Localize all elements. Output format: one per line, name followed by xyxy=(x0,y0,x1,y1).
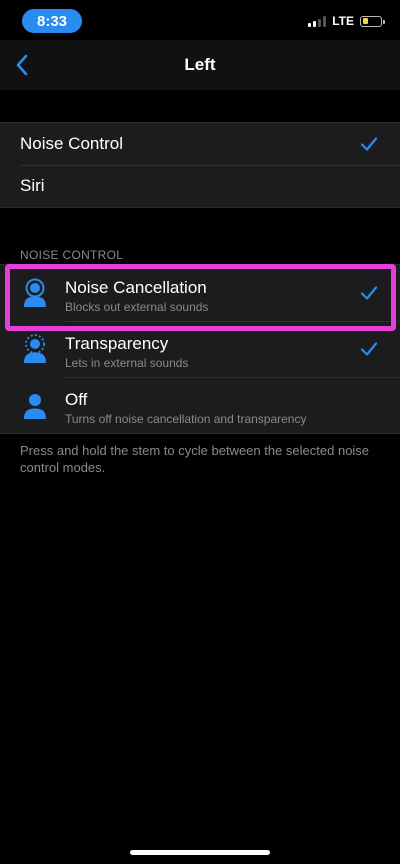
network-type: LTE xyxy=(332,14,354,28)
section-header-noise-control: NOISE CONTROL xyxy=(20,248,124,262)
transparency-icon xyxy=(24,334,46,363)
mode-title: Off xyxy=(65,390,88,409)
option-label: Noise Control xyxy=(20,134,123,153)
footer-note: Press and hold the stem to cycle between… xyxy=(20,443,370,475)
mode-off[interactable]: Off Turns off noise cancellation and tra… xyxy=(0,377,400,433)
mode-subtitle: Blocks out external sounds xyxy=(65,300,209,314)
noise-control-modes: Noise Cancellation Blocks out external s… xyxy=(0,264,400,434)
navigation-bar: Left xyxy=(0,40,400,90)
home-indicator[interactable] xyxy=(130,850,270,855)
mode-title: Noise Cancellation xyxy=(65,278,207,297)
option-noise-control[interactable]: Noise Control xyxy=(0,123,400,165)
mode-subtitle: Turns off noise cancellation and transpa… xyxy=(65,412,307,426)
noise-off-icon xyxy=(24,394,46,419)
signal-strength-icon xyxy=(308,15,327,27)
mode-noise-cancellation[interactable]: Noise Cancellation Blocks out external s… xyxy=(0,265,400,321)
status-bar: 8:33 LTE xyxy=(0,0,400,40)
press-hold-options: Noise Control Siri xyxy=(0,122,400,208)
mode-title: Transparency xyxy=(65,334,169,353)
checkmark-icon xyxy=(360,342,378,356)
mode-transparency[interactable]: Transparency Lets in external sounds xyxy=(0,321,400,377)
checkmark-icon xyxy=(360,137,378,151)
status-indicators: LTE xyxy=(308,14,385,28)
status-time: 8:33 xyxy=(22,9,82,33)
checkmark-icon xyxy=(360,286,378,300)
noise-cancellation-icon xyxy=(24,278,46,307)
page-title: Left xyxy=(184,55,216,74)
option-siri[interactable]: Siri xyxy=(0,165,400,207)
battery-icon xyxy=(360,15,385,27)
mode-subtitle: Lets in external sounds xyxy=(65,356,189,370)
option-label: Siri xyxy=(20,176,45,195)
